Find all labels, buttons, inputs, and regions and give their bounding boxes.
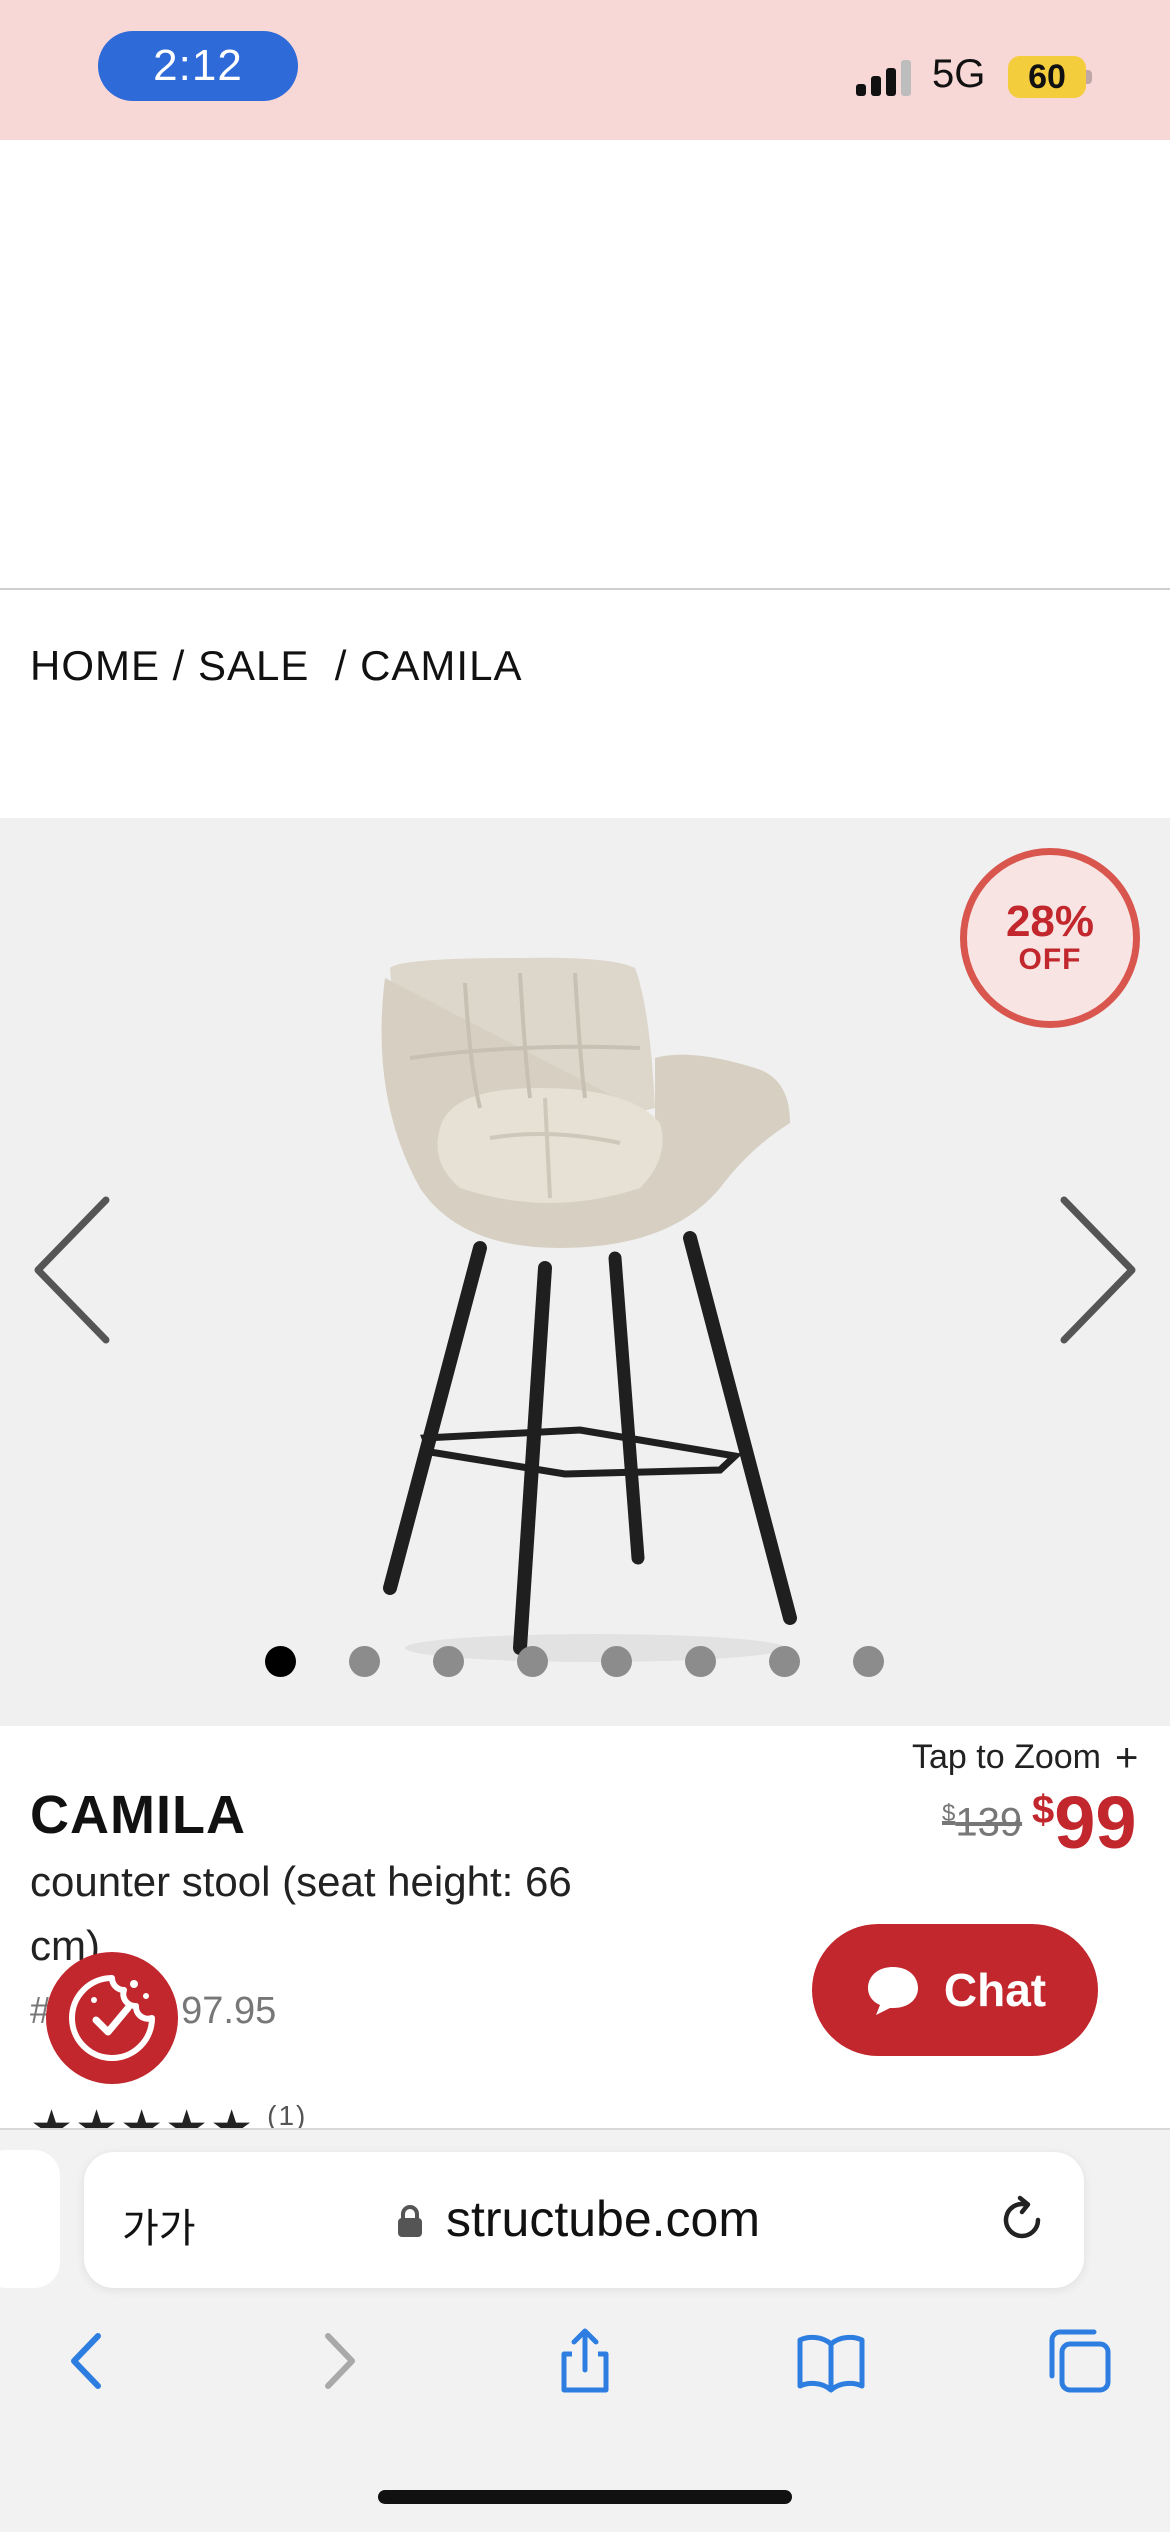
chat-button[interactable]: Chat [812, 1924, 1098, 2056]
product-name: CAMILA [30, 1785, 246, 1845]
breadcrumb-sale[interactable]: / SALE [160, 642, 309, 690]
chat-bubble-icon [867, 1967, 918, 2015]
sku-suffix: 97.95 [181, 1990, 277, 2032]
back-icon[interactable] [52, 2326, 122, 2396]
bookmarks-icon[interactable] [796, 2326, 866, 2396]
discount-badge: 28% OFF [960, 848, 1140, 1028]
battery-tip [1086, 70, 1092, 84]
battery-icon: 60 [1008, 56, 1086, 98]
text-size-button[interactable]: 가가 [122, 2196, 196, 2254]
original-price: $139 [942, 1800, 1022, 1845]
network-label: 5G [932, 52, 986, 96]
gallery-pagination [265, 1646, 884, 1677]
discount-percent: 28% [1005, 897, 1095, 946]
sale-price-value: 99 [1054, 1781, 1137, 1864]
tap-to-zoom[interactable]: Tap to Zoom + [912, 1735, 1139, 1780]
cellular-signal-icon [856, 58, 916, 96]
gallery-dot[interactable] [517, 1646, 548, 1677]
tap-to-zoom-label: Tap to Zoom [912, 1738, 1101, 1776]
discount-off-label: OFF [1018, 943, 1082, 976]
cookie-consent-button[interactable] [46, 1952, 178, 2084]
tabs-icon[interactable] [1044, 2326, 1114, 2396]
original-price-currency: $ [942, 1800, 956, 1827]
gallery-dot[interactable] [265, 1646, 296, 1677]
gallery-dot[interactable] [601, 1646, 632, 1677]
rating-stars[interactable]: ★★★★★ (1) [30, 2100, 307, 2130]
plus-icon: + [1114, 1735, 1139, 1780]
sale-price: $99 [1032, 1780, 1137, 1865]
rating-count: (1) [267, 2100, 308, 2130]
star-icons: ★★★★★ [30, 2102, 256, 2130]
gallery-dot[interactable] [769, 1646, 800, 1677]
chat-label: Chat [943, 1964, 1047, 2016]
gallery-dot[interactable] [853, 1646, 884, 1677]
home-indicator [378, 2490, 792, 2504]
status-time: 2:12 [98, 31, 298, 101]
gallery-dot[interactable] [349, 1646, 380, 1677]
gallery-dot[interactable] [685, 1646, 716, 1677]
lock-icon [398, 2205, 422, 2237]
gallery-dot[interactable] [433, 1646, 464, 1677]
sale-price-currency: $ [1032, 1788, 1055, 1832]
gallery-prev-arrow-icon[interactable] [26, 1190, 116, 1350]
reload-icon[interactable] [994, 2192, 1050, 2248]
previous-tab-peek[interactable] [0, 2150, 60, 2288]
breadcrumb: HOME / SALE / CAMILA [30, 642, 522, 690]
page-header-area [0, 140, 1170, 590]
product-image-counter-stool[interactable] [370, 948, 810, 1668]
url-text[interactable]: structube.com [446, 2190, 760, 2248]
forward-icon[interactable] [304, 2326, 374, 2396]
breadcrumb-current: / CAMILA [309, 642, 523, 689]
gallery-next-arrow-icon[interactable] [1054, 1190, 1144, 1350]
original-price-value: 139 [955, 1800, 1023, 1845]
breadcrumb-home[interactable]: HOME [30, 642, 160, 690]
share-icon[interactable] [550, 2326, 620, 2396]
cookie-check-icon [69, 1975, 155, 2061]
